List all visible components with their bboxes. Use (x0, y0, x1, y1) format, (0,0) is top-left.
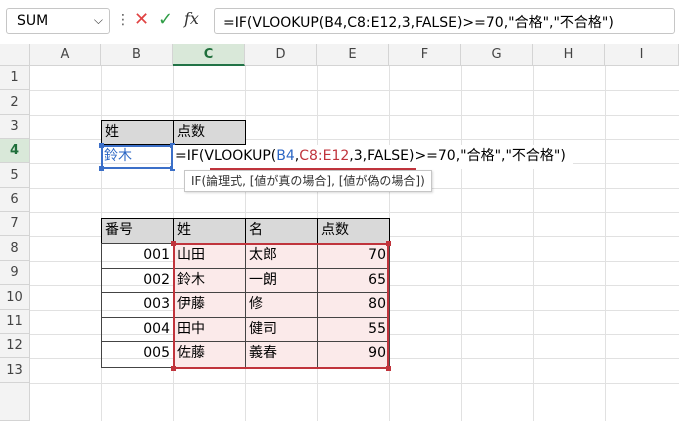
cancel-icon[interactable]: ✕ (134, 9, 149, 30)
column-header-b[interactable]: B (101, 44, 173, 66)
reference-highlight-b4 (101, 145, 173, 169)
row-header-11[interactable]: 11 (0, 310, 30, 334)
row-header-12[interactable]: 12 (0, 334, 30, 358)
table-cell-number[interactable]: 005 (101, 341, 174, 368)
row-header-8[interactable]: 8 (0, 236, 30, 261)
row-header-2[interactable]: 2 (0, 90, 30, 115)
table-header-given-name[interactable]: 名 (245, 218, 318, 244)
table-cell-number[interactable]: 004 (101, 317, 174, 342)
formula-part: ,3,FALSE) (349, 148, 415, 164)
table-header-surname[interactable]: 姓 (173, 218, 246, 244)
range-handle[interactable] (386, 241, 391, 246)
row-header-4[interactable]: 4 (0, 139, 30, 163)
function-tooltip: IF(論理式, [値が真の場合], [値が偽の場合]) (184, 170, 432, 192)
range-handle[interactable] (386, 366, 391, 371)
name-box-value: SUM (17, 13, 49, 29)
formula-function: VLOOKUP( (204, 148, 277, 164)
row-header-3[interactable]: 3 (0, 115, 30, 139)
row-header-7[interactable]: 7 (0, 212, 30, 236)
table-header-number[interactable]: 番号 (101, 218, 174, 244)
formula-text: =IF(VLOOKUP(B4,C8:E12,3,FALSE)>=70,"合格",… (223, 15, 614, 31)
column-header-h[interactable]: H (533, 44, 605, 66)
name-box[interactable]: SUM ⌵ (6, 8, 110, 34)
select-all-corner[interactable] (0, 44, 30, 66)
column-header-e[interactable]: E (317, 44, 389, 66)
row-header-14 (0, 383, 30, 421)
chevron-down-icon[interactable]: ⌵ (94, 13, 103, 28)
range-handle[interactable] (171, 366, 176, 371)
reference-highlight-c8-e12 (173, 243, 389, 369)
row-header-1[interactable]: 1 (0, 66, 30, 90)
formula-input[interactable]: =IF(VLOOKUP(B4,C8:E12,3,FALSE)>=70,"合格",… (214, 8, 675, 34)
range-handle[interactable] (99, 143, 104, 148)
formula-part: =IF( (175, 148, 205, 164)
row-header-10[interactable]: 10 (0, 285, 30, 310)
range-handle[interactable] (99, 166, 104, 171)
column-header-g[interactable]: G (461, 44, 533, 66)
insert-function-icon[interactable]: fx (184, 9, 199, 28)
column-header-d[interactable]: D (245, 44, 317, 66)
column-header-i[interactable]: I (605, 44, 679, 66)
row-header-13[interactable]: 13 (0, 358, 30, 383)
row-header-9[interactable]: 9 (0, 261, 30, 285)
formula-buttons: ✕ ✓ fx (128, 8, 208, 34)
table-header-score[interactable]: 点数 (317, 218, 390, 244)
cell-c3[interactable]: 点数 (173, 120, 246, 145)
table-cell-number[interactable]: 002 (101, 268, 174, 293)
range-handle[interactable] (171, 241, 176, 246)
column-header-f[interactable]: F (389, 44, 461, 66)
column-header-c[interactable]: C (173, 44, 245, 66)
formula-ref-b4: B4 (276, 148, 295, 164)
column-header-a[interactable]: A (30, 44, 101, 66)
formula-part: >=70,"合格","不合格") (414, 148, 566, 164)
row-header-6[interactable]: 6 (0, 188, 30, 212)
table-cell-number[interactable]: 001 (101, 243, 174, 269)
table-cell-number[interactable]: 003 (101, 292, 174, 318)
formula-ref-range: C8:E12 (299, 148, 350, 164)
enter-icon[interactable]: ✓ (158, 9, 173, 30)
formula-bar: SUM ⌵ ⋮ ✕ ✓ fx =IF(VLOOKUP(B4,C8:E12,3,F… (0, 0, 679, 44)
row-header-5[interactable]: 5 (0, 163, 30, 188)
cell-c4-editing[interactable]: =IF(VLOOKUP(B4,C8:E12,3,FALSE)>=70,"合格",… (173, 145, 573, 169)
cell-b3[interactable]: 姓 (101, 120, 174, 145)
